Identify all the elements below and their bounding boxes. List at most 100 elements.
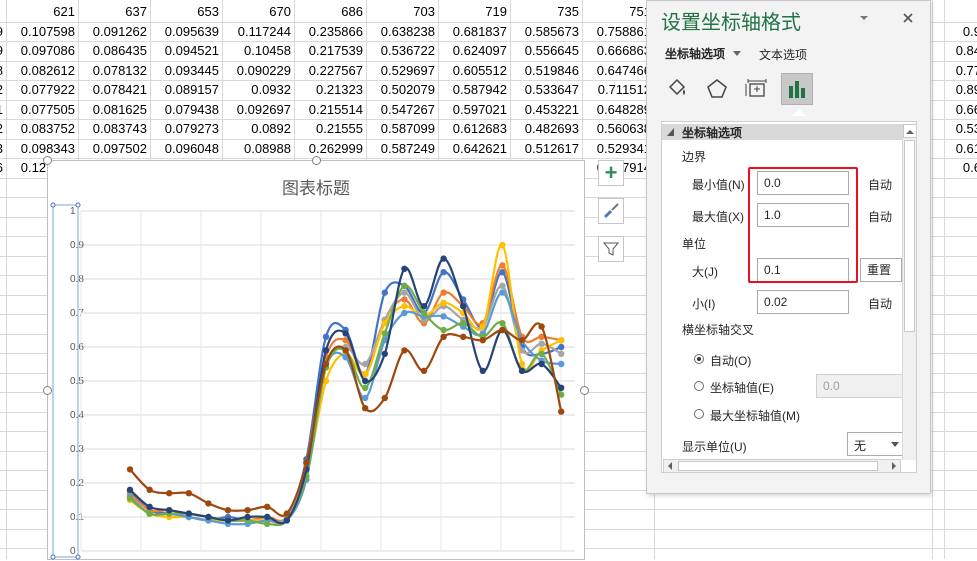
data-cell[interactable]: 0.235866 [294, 23, 366, 41]
axis-value-field[interactable]: 0.0 [816, 374, 906, 398]
data-cell[interactable]: 0.079273 [150, 120, 222, 138]
data-cell[interactable]: 0.556645 [510, 42, 582, 60]
section-header[interactable]: 坐标轴选项 [662, 124, 902, 140]
data-cell[interactable]: 0.097086 [6, 42, 78, 60]
data-cell[interactable]: 0.502079 [366, 81, 438, 99]
data-cell[interactable]: 0.587249 [366, 140, 438, 158]
data-cell[interactable]: 0.097502 [78, 140, 150, 158]
data-cell[interactable]: 0.091262 [78, 23, 150, 41]
data-cell-fragment[interactable]: 9 [0, 23, 6, 41]
data-cell[interactable]: 0.512617 [510, 140, 582, 158]
data-cell[interactable]: 0.107598 [6, 23, 78, 41]
minor-value-field[interactable]: 0.02 [757, 290, 849, 314]
data-cell[interactable]: 0.77 [944, 62, 977, 80]
data-cell[interactable]: 0.117244 [222, 23, 294, 41]
header-cell[interactable]: 621 [6, 3, 78, 21]
data-cell[interactable]: 0.217539 [294, 42, 366, 60]
data-cell[interactable]: 0.642621 [438, 140, 510, 158]
data-cell-fragment[interactable]: 3 [0, 140, 6, 158]
header-cell[interactable]: 703 [366, 3, 438, 21]
data-cell[interactable]: 0.533647 [510, 81, 582, 99]
horizontal-scrollbar[interactable] [663, 459, 901, 473]
scroll-up-button[interactable] [903, 124, 916, 138]
data-cell[interactable]: 0.61 [944, 140, 977, 158]
radio-axis-value-label[interactable]: 坐标轴值(E) [710, 379, 774, 396]
max-auto-button[interactable]: 自动 [868, 208, 892, 225]
data-cell[interactable]: 0.096048 [150, 140, 222, 158]
header-cell[interactable]: 751 [582, 3, 654, 21]
minor-auto-button[interactable]: 自动 [868, 295, 892, 312]
data-cell[interactable]: 0.587099 [366, 120, 438, 138]
chart-styles-button[interactable] [598, 198, 624, 224]
data-cell[interactable]: 0.547267 [366, 101, 438, 119]
axis-options-tab[interactable] [781, 73, 813, 105]
data-cell[interactable]: 0.082612 [6, 62, 78, 80]
radio-auto-label[interactable]: 自动(O) [710, 352, 751, 369]
data-cell[interactable]: 0.215514 [294, 101, 366, 119]
data-cell[interactable]: 0.0892 [222, 120, 294, 138]
data-cell[interactable]: 0.083752 [6, 120, 78, 138]
data-cell-fragment[interactable]: 6 [0, 159, 6, 177]
data-cell[interactable]: 0.077922 [6, 81, 78, 99]
data-cell[interactable]: 0.078421 [78, 81, 150, 99]
data-cell[interactable]: 0.081625 [78, 101, 150, 119]
data-cell[interactable]: 0.093445 [150, 62, 222, 80]
chart-area[interactable]: 图表标题 0 0.1 0.2 0.3 0.4 0.5 0.6 0.7 0.8 0.9 1 [43, 156, 589, 561]
data-cell[interactable]: 0.647466 [582, 62, 654, 80]
data-cell[interactable]: 0.89 [944, 81, 977, 99]
data-cell-fragment[interactable]: 8 [0, 62, 6, 80]
plot-area[interactable]: 0 0.1 0.2 0.3 0.4 0.5 0.6 0.7 0.8 0.9 1 [48, 161, 586, 561]
radio-max-axis-value-label[interactable]: 最大坐标轴值(M) [710, 407, 800, 424]
add-chart-element-button[interactable]: + [598, 160, 624, 186]
data-cell[interactable]: 0.10458 [222, 42, 294, 60]
data-cell[interactable]: 0.612683 [438, 120, 510, 138]
data-cell[interactable]: 0.84 [944, 42, 977, 60]
data-cell[interactable]: 0.095639 [150, 23, 222, 41]
data-cell[interactable]: 0.560638 [582, 120, 654, 138]
data-cell[interactable]: 0.453221 [510, 101, 582, 119]
min-auto-button[interactable]: 自动 [868, 176, 892, 193]
data-cell[interactable]: 0.21323 [294, 81, 366, 99]
data-cell[interactable]: 0.624097 [438, 42, 510, 60]
data-cell[interactable]: 0.9 [944, 23, 977, 41]
effects-tab[interactable] [701, 73, 733, 105]
radio-max-axis-value[interactable] [694, 409, 704, 419]
resize-handle-top-left[interactable] [43, 156, 52, 165]
data-cell[interactable]: 0.098343 [6, 140, 78, 158]
chart-filters-button[interactable] [598, 236, 624, 262]
data-cell-fragment[interactable]: 2 [0, 81, 6, 99]
data-cell[interactable]: 0.66 [944, 101, 977, 119]
data-cell[interactable]: 0.077505 [6, 101, 78, 119]
close-pane-button[interactable] [899, 9, 917, 27]
data-cell[interactable]: 0.0932 [222, 81, 294, 99]
data-cell[interactable]: 0.262999 [294, 140, 366, 158]
header-cell[interactable]: 735 [510, 3, 582, 21]
data-cell[interactable]: 0.638238 [366, 23, 438, 41]
data-cell[interactable]: 0.227567 [294, 62, 366, 80]
data-cell[interactable]: 0.529697 [366, 62, 438, 80]
header-cell[interactable]: 719 [438, 3, 510, 21]
data-cell[interactable]: 0.758861 [582, 23, 654, 41]
data-cell-fragment[interactable]: 1 [0, 101, 6, 119]
data-cell[interactable]: 0.648289 [582, 101, 654, 119]
data-cell[interactable]: 0.587942 [438, 81, 510, 99]
header-cell[interactable]: 686 [294, 3, 366, 21]
data-cell[interactable]: 0.094521 [150, 42, 222, 60]
data-cell-fragment[interactable]: 9 [0, 42, 6, 60]
data-cell[interactable]: 0.083743 [78, 120, 150, 138]
pane-options-dropdown[interactable] [857, 11, 871, 25]
data-cell[interactable]: 0.482693 [510, 120, 582, 138]
data-cell[interactable]: 0.529341 [582, 140, 654, 158]
data-cell[interactable]: 0.08988 [222, 140, 294, 158]
header-cell[interactable]: 653 [150, 3, 222, 21]
data-cell[interactable]: 0.585673 [510, 23, 582, 41]
data-cell[interactable]: 0.681837 [438, 23, 510, 41]
data-cell-fragment[interactable]: 2 [0, 120, 6, 138]
resize-handle-left[interactable] [43, 386, 52, 395]
resize-handle-top[interactable] [312, 156, 321, 165]
header-cell[interactable]: 670 [222, 3, 294, 21]
data-cell[interactable]: 0.53 [944, 120, 977, 138]
resize-handle-right[interactable] [580, 386, 589, 395]
data-cell[interactable]: 0.092697 [222, 101, 294, 119]
display-units-select[interactable]: 无 [847, 432, 903, 456]
